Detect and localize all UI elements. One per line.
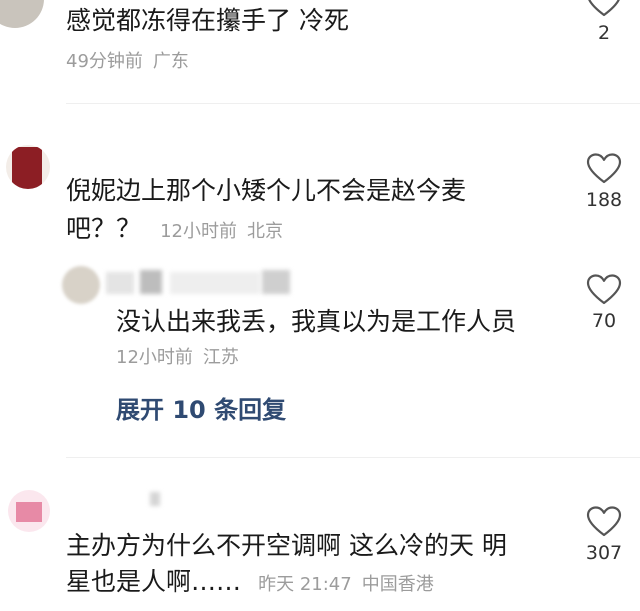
like-button[interactable]: 307	[576, 506, 632, 564]
comment-meta: 昨天 21:47 中国香港	[258, 574, 444, 595]
divider	[66, 457, 640, 458]
comment-text-continued: 星也是人啊……	[66, 567, 242, 596]
avatar-image	[16, 502, 42, 522]
reply-avatar[interactable]	[62, 266, 100, 304]
avatar[interactable]	[8, 490, 50, 532]
comment-text: 感觉都冻得在攥手了 冷死	[66, 6, 349, 35]
comment-meta: 49分钟前 广东	[66, 47, 199, 73]
like-button[interactable]: 70	[576, 274, 632, 332]
like-count: 70	[591, 310, 617, 332]
comment-text-continued: 吧？？	[66, 214, 142, 243]
reply-meta: 12小时前 江苏	[116, 343, 249, 369]
comment-meta: 12小时前 北京	[160, 221, 293, 242]
comment-location: 北京	[247, 221, 284, 242]
like-count: 307	[585, 542, 623, 564]
reply-location: 江苏	[202, 347, 239, 368]
blurred-username	[140, 270, 162, 294]
comment-second-line: 吧？？ 12小时前 北京	[66, 211, 293, 247]
comment-location: 中国香港	[361, 574, 434, 595]
blurred-username	[150, 492, 160, 506]
avatar[interactable]	[6, 145, 50, 189]
blurred-username	[262, 270, 290, 294]
comment-time: 昨天 21:47	[258, 574, 352, 595]
blurred-username	[170, 272, 260, 294]
heart-outline-icon	[588, 0, 620, 17]
blurred-username	[106, 272, 134, 294]
comment-text: 倪妮边上那个小矮个儿不会是赵今麦	[66, 176, 467, 205]
reply-text: 没认出来我丢，我真以为是工作人员	[116, 307, 517, 336]
heart-outline-icon	[586, 506, 622, 537]
comment-second-line: 星也是人啊…… 昨天 21:47 中国香港	[66, 564, 444, 600]
like-count: 188	[585, 189, 623, 211]
like-count: 2	[597, 22, 611, 44]
like-button[interactable]: 2	[576, 0, 632, 44]
expand-replies-link[interactable]: 展开 10 条回复	[116, 390, 286, 425]
avatar[interactable]	[0, 0, 44, 28]
avatar-image	[12, 147, 42, 189]
heart-outline-icon	[586, 274, 622, 305]
comment-time: 49分钟前	[66, 51, 143, 72]
comment-time: 12小时前	[160, 221, 238, 242]
heart-outline-icon	[586, 153, 622, 184]
comment-text: 主办方为什么不开空调啊 这么冷的天 明	[66, 531, 507, 560]
like-button[interactable]: 188	[576, 153, 632, 211]
reply-time: 12小时前	[116, 347, 193, 368]
comment-location: 广东	[152, 51, 189, 72]
divider	[66, 103, 640, 104]
